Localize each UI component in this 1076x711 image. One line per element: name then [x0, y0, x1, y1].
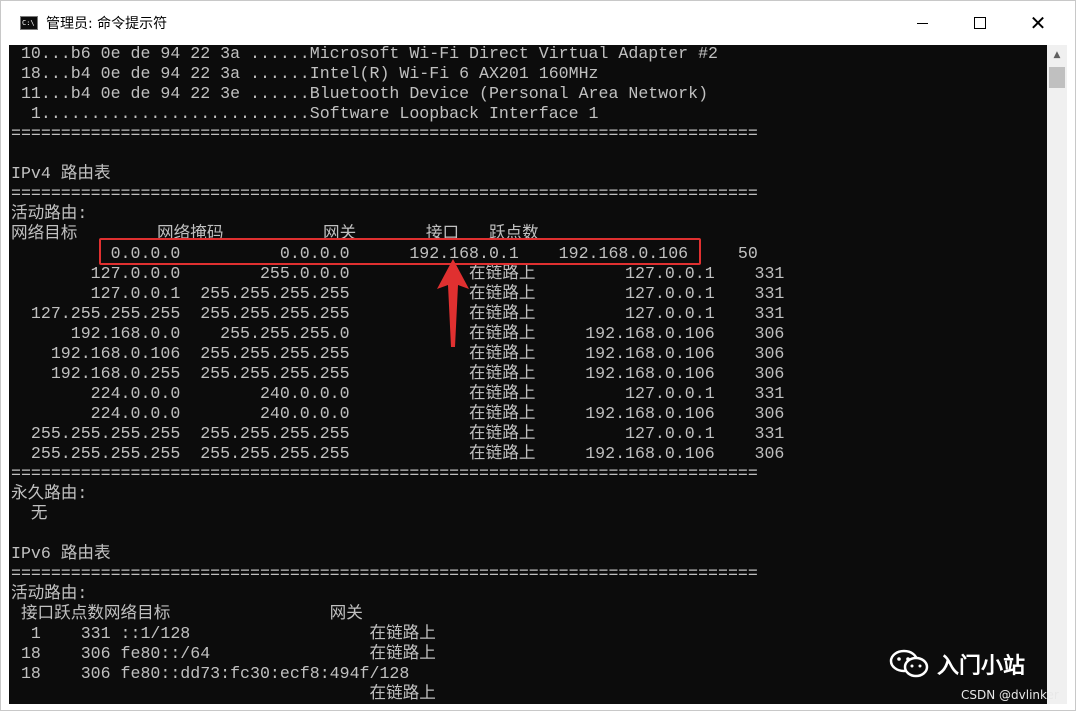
console-line: 永久路由: — [11, 484, 88, 503]
console-line: IPv6 路由表 — [11, 544, 111, 563]
console-line: 192.168.0.255 255.255.255.255 在链路上 192.1… — [11, 364, 785, 383]
console-line: 1...........................Software Loo… — [11, 104, 599, 123]
console-line: 无 — [11, 504, 48, 523]
console-line: 10...b6 0e de 94 22 3a ......Microsoft W… — [11, 45, 719, 63]
console-line: ========================================… — [11, 124, 758, 143]
console-line: 1 331 ::1/128 在链路上 — [11, 624, 436, 643]
close-button[interactable]: ✕ — [1009, 1, 1067, 45]
console-line: 18...b4 0e de 94 22 3a ......Intel(R) Wi… — [11, 64, 599, 83]
cmd-icon: C:\ — [20, 16, 38, 30]
vertical-scrollbar[interactable]: ▲ — [1047, 45, 1067, 704]
console-line: ========================================… — [11, 464, 758, 483]
console-line: 127.255.255.255 255.255.255.255 在链路上 127… — [11, 304, 785, 323]
minimize-icon — [916, 22, 928, 24]
close-icon: ✕ — [1029, 11, 1047, 35]
console-line: 活动路由: — [11, 584, 88, 603]
console-line: 192.168.0.0 255.255.255.0 在链路上 192.168.0… — [11, 324, 785, 343]
console-line: ========================================… — [11, 564, 758, 583]
console-line: 活动路由: — [11, 204, 88, 223]
red-arrow-icon — [437, 259, 469, 347]
scroll-up-arrow-icon[interactable]: ▲ — [1047, 45, 1067, 65]
console-line: 127.0.0.1 255.255.255.255 在链路上 127.0.0.1… — [11, 284, 785, 303]
maximize-button[interactable] — [951, 1, 1009, 45]
scrollbar-thumb[interactable] — [1049, 67, 1065, 88]
console-line: 192.168.0.106 255.255.255.255 在链路上 192.1… — [11, 344, 785, 363]
console-line: 255.255.255.255 255.255.255.255 在链路上 192… — [11, 444, 785, 463]
console-line: 127.0.0.0 255.0.0.0 在链路上 127.0.0.1 331 — [11, 264, 785, 283]
watermark: 入门小站 — [889, 649, 1025, 679]
csdn-credit: CSDN @dvlinker — [961, 688, 1059, 702]
console-line: 18 306 fe80::/64 在链路上 — [11, 644, 436, 663]
console-line: 接口跃点数网络目标 网关 — [11, 604, 363, 623]
console-line: 224.0.0.0 240.0.0.0 在链路上 127.0.0.1 331 — [11, 384, 785, 403]
default-route-highlight — [99, 238, 701, 265]
maximize-icon — [974, 17, 986, 29]
console-line: 在链路上 — [11, 684, 436, 703]
console-output[interactable]: 10...b6 0e de 94 22 3a ......Microsoft W… — [9, 45, 1047, 704]
console-line: IPv4 路由表 — [11, 164, 111, 183]
wechat-icon — [889, 649, 929, 678]
console-line: 11...b4 0e de 94 22 3e ......Bluetooth D… — [11, 84, 709, 103]
window-title: 管理员: 命令提示符 — [46, 16, 168, 32]
watermark-text: 入门小站 — [937, 654, 1026, 679]
cmd-window: C:\ 管理员: 命令提示符 ✕ 10...b6 0e de 94 22 3a … — [0, 0, 1076, 711]
minimize-button[interactable] — [893, 1, 951, 45]
console-line: 255.255.255.255 255.255.255.255 在链路上 127… — [11, 424, 785, 443]
title-bar[interactable]: C:\ 管理员: 命令提示符 ✕ — [1, 1, 1075, 45]
console-line: 18 306 fe80::dd73:fc30:ecf8:494f/128 — [11, 664, 410, 683]
console-lines: 10...b6 0e de 94 22 3a ......Microsoft W… — [11, 45, 784, 704]
console-line: 224.0.0.0 240.0.0.0 在链路上 192.168.0.106 3… — [11, 404, 785, 423]
console-line: ========================================… — [11, 184, 758, 203]
